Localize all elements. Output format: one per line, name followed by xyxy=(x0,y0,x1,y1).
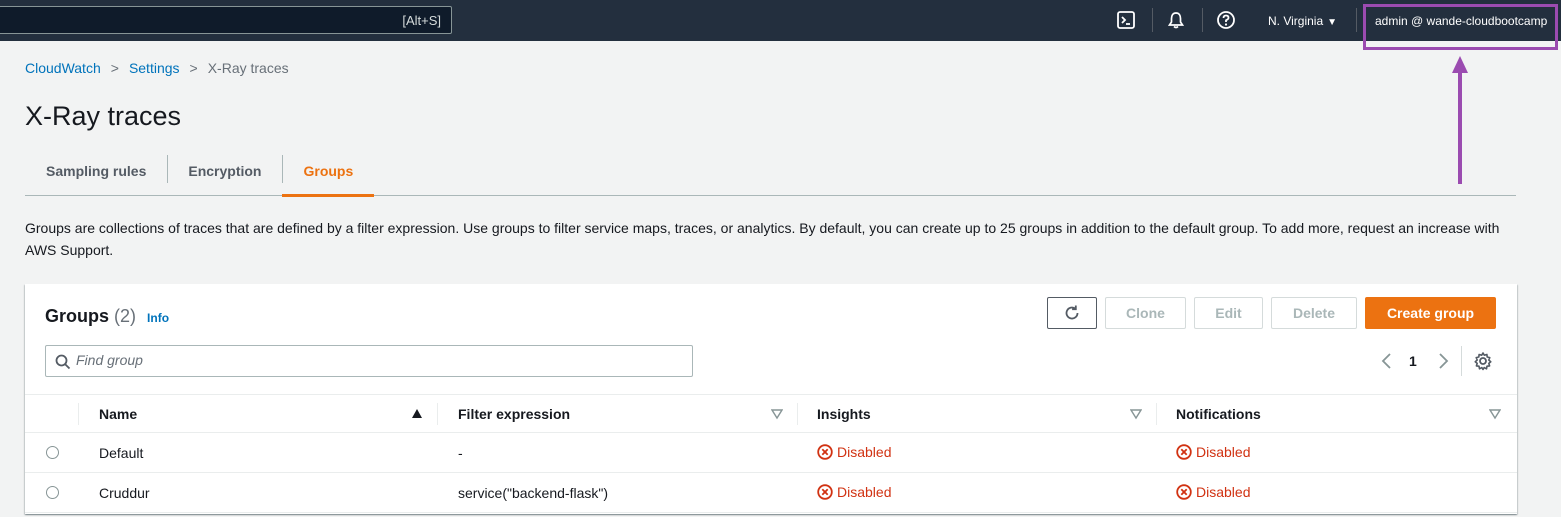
group-filter-expression: service("backend-flask") xyxy=(458,485,608,501)
chevron-right-icon: > xyxy=(189,60,198,76)
find-group-field[interactable] xyxy=(45,345,693,377)
tab-groups[interactable]: Groups xyxy=(282,147,375,197)
groups-table-container: Groups (2) Info Clone Edit Delete Create… xyxy=(25,284,1517,514)
page-number[interactable]: 1 xyxy=(1409,353,1417,369)
create-group-button[interactable]: Create group xyxy=(1365,297,1496,329)
clone-button[interactable]: Clone xyxy=(1105,297,1186,329)
notifications-status: Disabled xyxy=(1176,484,1250,500)
notifications-status-label: Disabled xyxy=(1196,484,1251,500)
annotation-arrowhead xyxy=(1452,56,1468,73)
group-name: Cruddur xyxy=(99,485,150,501)
refresh-button[interactable] xyxy=(1047,297,1097,329)
chevron-left-icon[interactable] xyxy=(1380,350,1394,372)
notifications-bell-icon[interactable] xyxy=(1166,10,1186,30)
error-circle-icon xyxy=(1176,444,1192,460)
nav-divider xyxy=(1152,8,1153,32)
delete-button[interactable]: Delete xyxy=(1271,297,1357,329)
pagination-divider xyxy=(1461,346,1462,376)
region-label: N. Virginia xyxy=(1268,14,1324,28)
column-header-insights[interactable]: Insights xyxy=(817,406,871,422)
nav-divider xyxy=(1356,8,1357,32)
error-circle-icon xyxy=(1176,484,1192,500)
tab-encryption[interactable]: Encryption xyxy=(167,147,282,195)
find-group-input[interactable] xyxy=(76,352,676,368)
refresh-icon xyxy=(1065,305,1079,320)
chevron-right-icon: > xyxy=(110,60,119,76)
column-header-name[interactable]: Name xyxy=(99,406,137,422)
sort-ascending-icon[interactable] xyxy=(411,408,423,420)
gear-icon[interactable] xyxy=(1473,351,1493,371)
info-link[interactable]: Info xyxy=(147,311,169,325)
row-select-radio[interactable] xyxy=(46,446,59,459)
column-header-notifications[interactable]: Notifications xyxy=(1176,406,1261,422)
cloudshell-icon[interactable] xyxy=(1116,10,1136,30)
sort-icon[interactable] xyxy=(1130,408,1142,420)
breadcrumb-current: X-Ray traces xyxy=(207,60,289,76)
region-selector[interactable]: N. Virginia ▼ xyxy=(1268,14,1337,28)
pagination: 1 xyxy=(1380,350,1460,372)
groups-description: Groups are collections of traces that ar… xyxy=(25,220,1500,258)
table-row[interactable]: Cruddur service("backend-flask") Disable… xyxy=(25,473,1517,513)
chevron-right-icon[interactable] xyxy=(1436,350,1450,372)
table-row[interactable]: Default - Disabled Disabled xyxy=(25,433,1517,473)
insights-status: Disabled xyxy=(817,444,891,460)
row-select-radio[interactable] xyxy=(46,486,59,499)
column-divider xyxy=(437,403,438,425)
nav-divider xyxy=(1202,8,1203,32)
sort-icon[interactable] xyxy=(1489,408,1501,420)
top-navigation-bar: [Alt+S] N. Virginia ▼ admin @ wande-cloud… xyxy=(0,0,1561,41)
error-circle-icon xyxy=(817,484,833,500)
groups-count: (2) xyxy=(114,306,137,326)
error-circle-icon xyxy=(817,444,833,460)
column-header-filter-expression[interactable]: Filter expression xyxy=(458,406,570,422)
group-name: Default xyxy=(99,445,144,461)
column-divider xyxy=(797,403,798,425)
page-title: X-Ray traces xyxy=(25,101,182,131)
table-header: Name Filter expression Insights Notifica… xyxy=(25,394,1517,433)
chevron-down-icon: ▼ xyxy=(1327,17,1338,28)
global-search-input[interactable]: [Alt+S] xyxy=(0,6,452,34)
insights-status: Disabled xyxy=(817,484,891,500)
breadcrumb: CloudWatch > Settings > X-Ray traces xyxy=(25,60,289,76)
sort-icon[interactable] xyxy=(771,408,783,420)
insights-status-label: Disabled xyxy=(837,484,892,500)
breadcrumb-settings[interactable]: Settings xyxy=(129,60,180,76)
help-icon[interactable] xyxy=(1216,10,1236,30)
group-filter-expression: - xyxy=(458,445,463,461)
groups-header: Groups (2) Info xyxy=(45,306,169,327)
edit-button[interactable]: Edit xyxy=(1194,297,1263,329)
column-divider xyxy=(1156,403,1157,425)
breadcrumb-cloudwatch[interactable]: CloudWatch xyxy=(25,60,101,76)
groups-title: Groups xyxy=(45,306,110,326)
notifications-status-label: Disabled xyxy=(1196,444,1251,460)
search-icon xyxy=(55,354,71,370)
search-shortcut-hint: [Alt+S] xyxy=(402,13,441,28)
tab-sampling-rules[interactable]: Sampling rules xyxy=(25,147,167,195)
column-divider xyxy=(78,403,79,425)
insights-status-label: Disabled xyxy=(837,444,892,460)
notifications-status: Disabled xyxy=(1176,444,1250,460)
settings-tabs: Sampling rules Encryption Groups xyxy=(25,147,1516,197)
annotation-highlight-box xyxy=(1363,4,1558,50)
